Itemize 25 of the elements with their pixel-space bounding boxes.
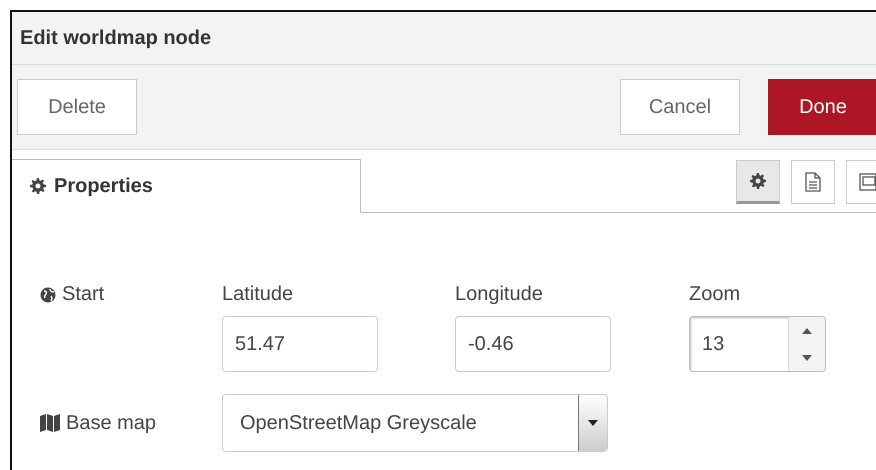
tab-icon-button[interactable] [791,160,835,204]
base-map-label: Base map [40,412,222,434]
globe-icon [40,286,56,302]
delete-button[interactable]: Delete [17,79,137,135]
zoom-spinner[interactable]: 13 [689,316,826,372]
dialog-title: Edit worldmap node [12,12,876,65]
longitude-input[interactable]: -0.46 [455,316,611,372]
settings-icon [30,178,46,194]
done-button[interactable]: Done [768,79,876,135]
latitude-label: Latitude [222,283,294,306]
zoom-label: Zoom [689,283,742,306]
cancel-button[interactable]: Cancel [620,79,740,135]
map-icon [40,414,60,432]
tab-icon-button[interactable] [736,160,780,204]
latitude-input[interactable]: 51.47 [222,316,378,372]
frame-icon [858,172,876,192]
settings-icon [750,173,766,189]
document-icon [805,172,821,192]
base-map-select[interactable]: OpenStreetMap Greyscale [222,394,608,452]
longitude-label: Longitude [455,283,544,306]
start-label: Start [40,283,222,306]
down-arrow-icon[interactable] [802,354,812,360]
up-arrow-icon[interactable] [802,328,812,334]
properties-tab[interactable]: Properties [12,159,361,213]
caret-icon [588,420,598,426]
